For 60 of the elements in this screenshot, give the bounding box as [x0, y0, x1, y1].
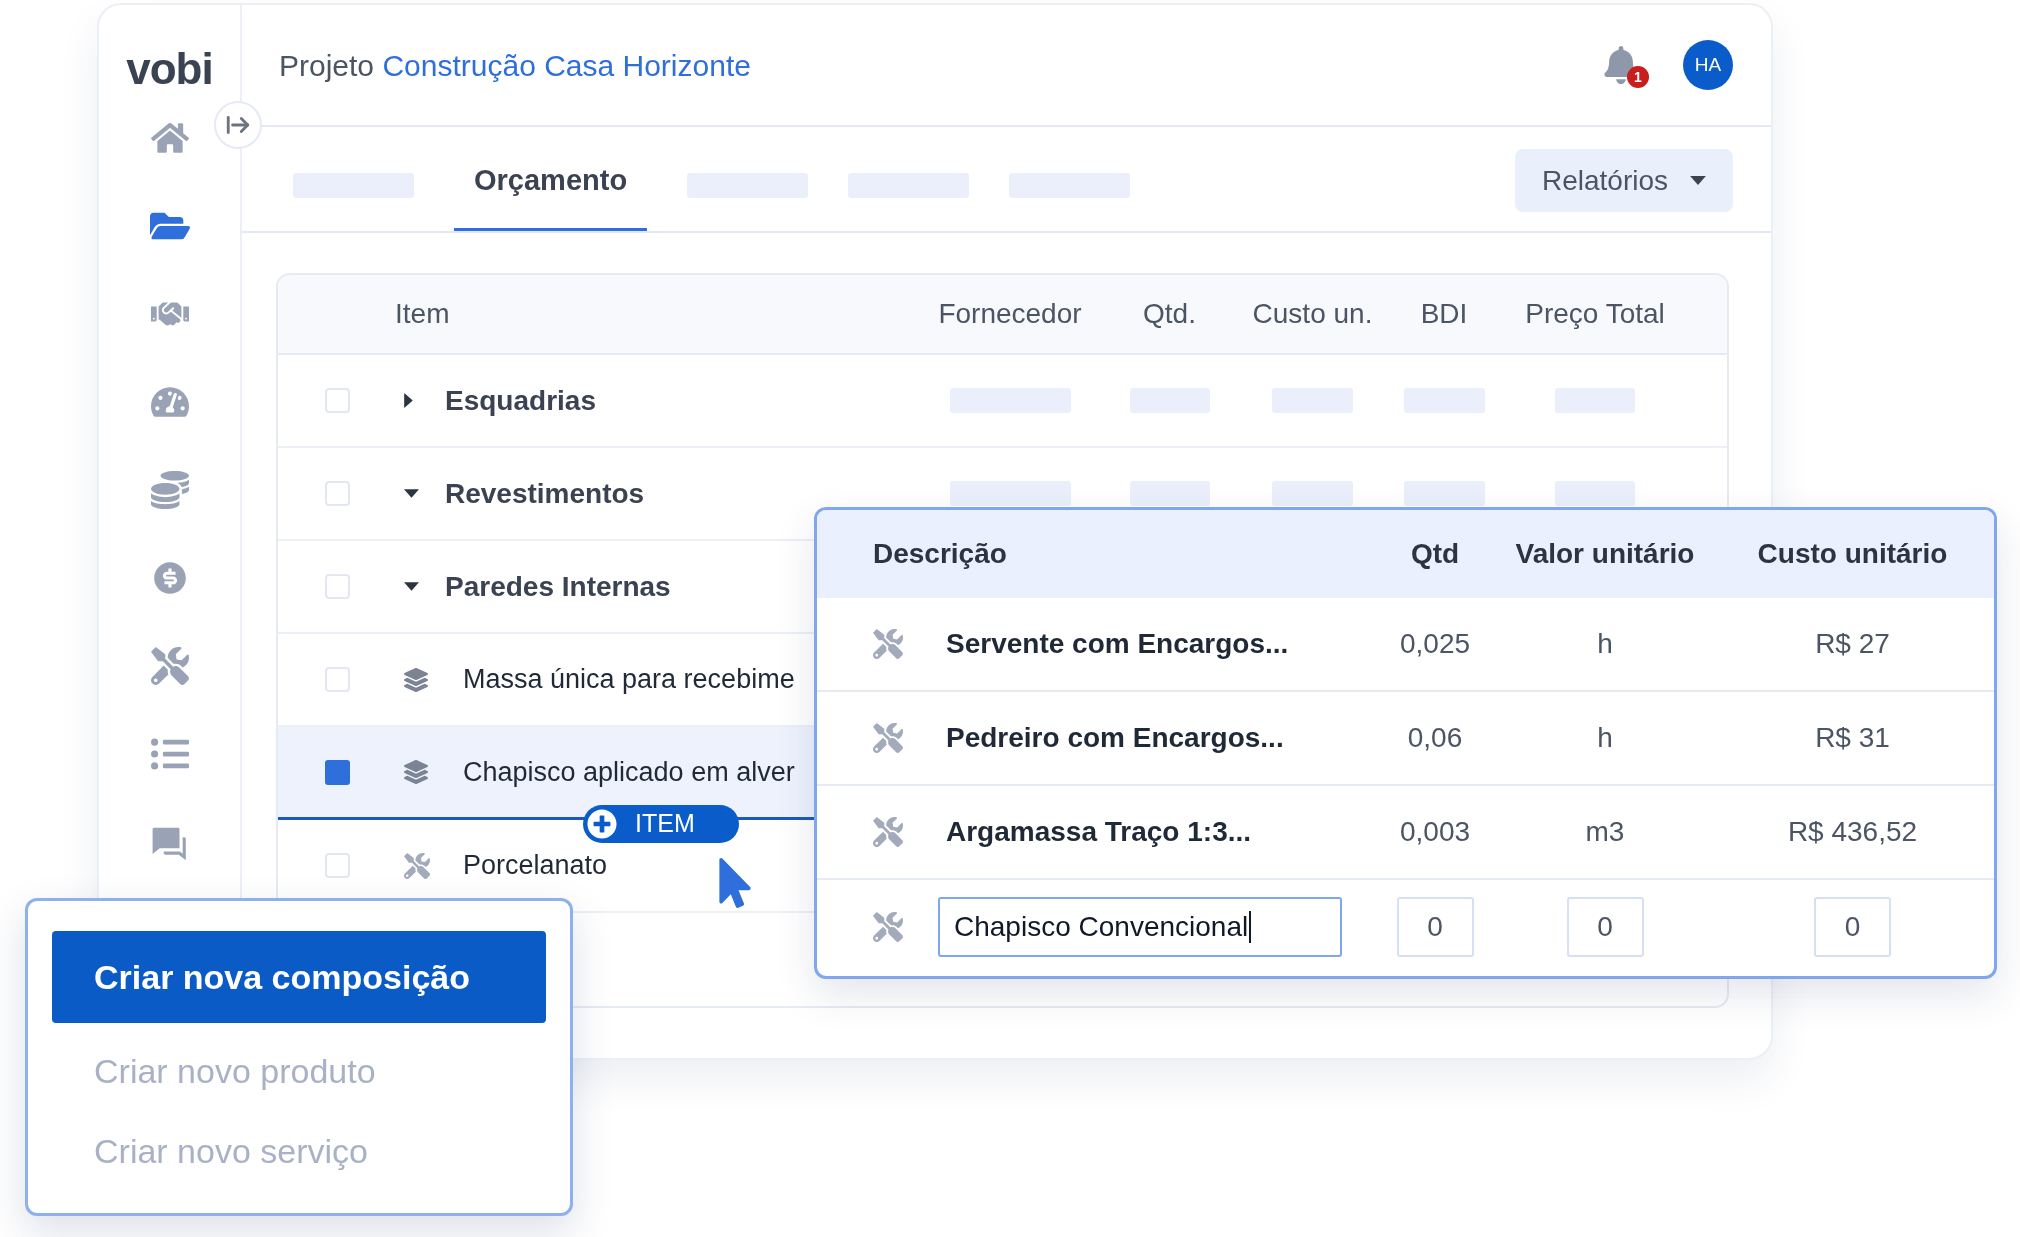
tools-icon [873, 912, 903, 942]
row-name: Massa única para recebime [463, 664, 795, 695]
qty-value: 0,003 [1399, 815, 1471, 849]
tools-icon [873, 817, 903, 847]
logo: vobi [126, 43, 213, 95]
row-name: Chapisco aplicado em alver [463, 756, 795, 787]
column-header: Custo unitário [1757, 537, 1948, 571]
drag-chip[interactable]: ITEM [583, 805, 739, 843]
description-field[interactable]: Chapisco Convencional [938, 897, 1342, 957]
description-text: Argamassa Traço 1:3... [946, 815, 1252, 849]
checkbox[interactable] [325, 574, 350, 599]
unit-value: h [1597, 721, 1613, 755]
unit-value: m3 [1585, 815, 1625, 849]
column-header: Preço Total [1525, 297, 1665, 331]
tools-icon [150, 647, 189, 685]
checkbox[interactable] [325, 481, 350, 506]
layers-icon [404, 760, 428, 784]
column-header: Descrição [873, 538, 1007, 569]
caret-icon [1690, 176, 1707, 185]
description-text: Pedreiro com Encargos... [946, 721, 1284, 755]
column-header: Fornecedor [938, 297, 1082, 331]
qty-field[interactable]: 0 [1396, 897, 1474, 957]
layers-icon [404, 667, 428, 692]
unit-field[interactable]: 0 [1566, 897, 1644, 957]
checkbox[interactable] [325, 759, 350, 785]
tools-icon [873, 723, 903, 753]
row-name: Porcelanato [463, 850, 608, 881]
row-name: Esquadrias [445, 384, 596, 416]
row-name: Revestimentos [445, 477, 645, 509]
cursor-icon [716, 858, 754, 908]
checkbox[interactable] [325, 388, 350, 413]
column-header: Custo un. [1252, 297, 1373, 331]
caret-right-icon[interactable] [404, 393, 413, 408]
checkbox[interactable] [325, 667, 350, 692]
avatar[interactable]: HA [1683, 40, 1733, 90]
qty-value: 0,06 [1407, 721, 1463, 755]
row-name: Paredes Internas [445, 570, 671, 602]
caret-down-icon[interactable] [404, 582, 419, 591]
caret-down-icon[interactable] [404, 489, 419, 498]
column-header: BDI [1420, 297, 1468, 331]
project-title: Projeto Construção Casa Horizonte [279, 47, 751, 84]
menu-item[interactable]: Criar nova composição [52, 931, 546, 1023]
cost-value: R$ 31 [1815, 721, 1890, 755]
tools-icon [873, 629, 903, 659]
cost-field[interactable]: 0 [1814, 897, 1891, 957]
column-header: Qtd. [1143, 297, 1196, 331]
tools-icon [404, 852, 430, 879]
tab[interactable]: Orçamento [454, 127, 648, 231]
unit-value: h [1597, 627, 1613, 661]
checkbox[interactable] [325, 853, 350, 878]
notification-badge: 1 [1627, 66, 1649, 88]
cost-value: R$ 436,52 [1787, 815, 1918, 849]
reports-dropdown[interactable]: Relatórios [1515, 149, 1733, 212]
column-header: Item [395, 298, 450, 329]
plus-icon [587, 809, 617, 839]
description-text: Servente com Encargos... [946, 627, 1289, 661]
cost-value: R$ 27 [1815, 627, 1890, 661]
coins-icon [150, 471, 189, 509]
table-row[interactable]: Esquadrias [278, 355, 1727, 448]
qty-value: 0,025 [1399, 627, 1471, 661]
